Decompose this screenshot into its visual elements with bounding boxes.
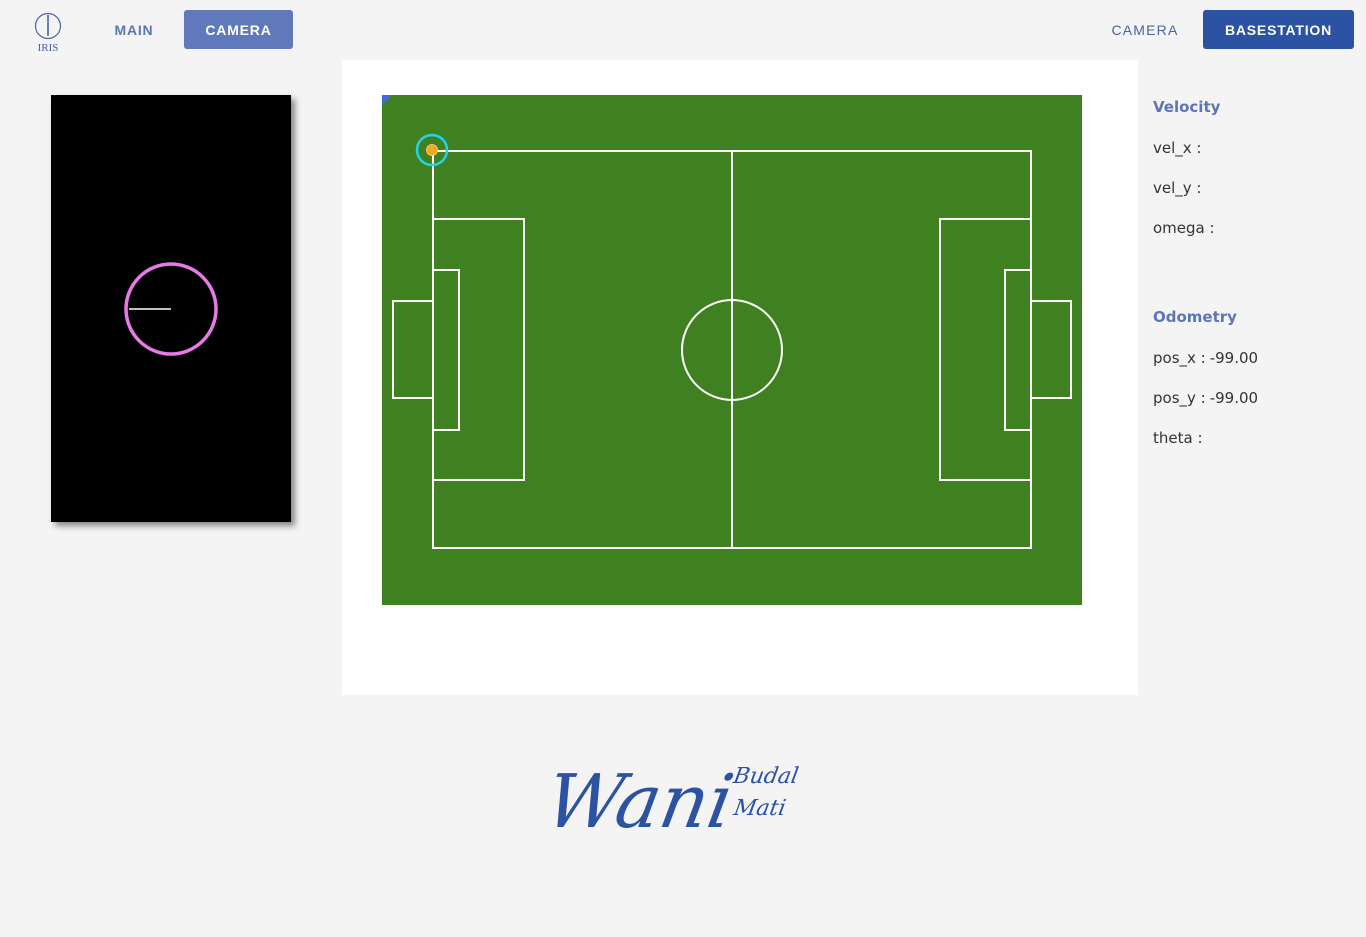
wani-signature-logo: Wani Budal Mati [540,735,805,850]
nav-main-button[interactable]: MAIN [100,10,168,49]
vel-y-row: vel_y : [1153,179,1205,197]
theta-row: theta : [1153,429,1207,447]
nav-camera-link[interactable]: CAMERA [1098,10,1192,49]
app-root: IRIS MAIN CAMERA CAMERA BASESTATION Velo… [0,0,1366,937]
logo-text: IRIS [38,42,59,54]
vel-y-label: vel_y : [1153,179,1202,197]
soccer-field[interactable] [382,95,1082,605]
velocity-heading: Velocity [1153,98,1221,116]
vel-x-row: vel_x : [1153,139,1205,157]
pos-y-value: -99.00 [1209,389,1259,407]
signature-line1: Budal [730,763,800,789]
omega-row: omega : [1153,219,1219,237]
signature-main: Wani [555,759,740,845]
signature-line2: Mati [731,795,788,821]
vel-x-label: vel_x : [1153,139,1202,157]
omega-label: omega : [1153,219,1215,237]
pos-y-row: pos_y : -99.00 [1153,389,1258,407]
field-card [342,60,1138,695]
nav-basestation-button[interactable]: BASESTATION [1203,10,1354,49]
nav-camera-button[interactable]: CAMERA [184,10,293,49]
pos-y-label: pos_y : [1153,389,1206,407]
iris-logo[interactable]: IRIS [33,12,65,54]
ball-marker [426,144,438,156]
pos-x-row: pos_x : -99.00 [1153,349,1258,367]
pos-x-value: -99.00 [1209,349,1259,367]
theta-label: theta : [1153,429,1203,447]
pos-x-label: pos_x : [1153,349,1206,367]
omni-camera-view [51,95,291,522]
odometry-heading: Odometry [1153,308,1237,326]
